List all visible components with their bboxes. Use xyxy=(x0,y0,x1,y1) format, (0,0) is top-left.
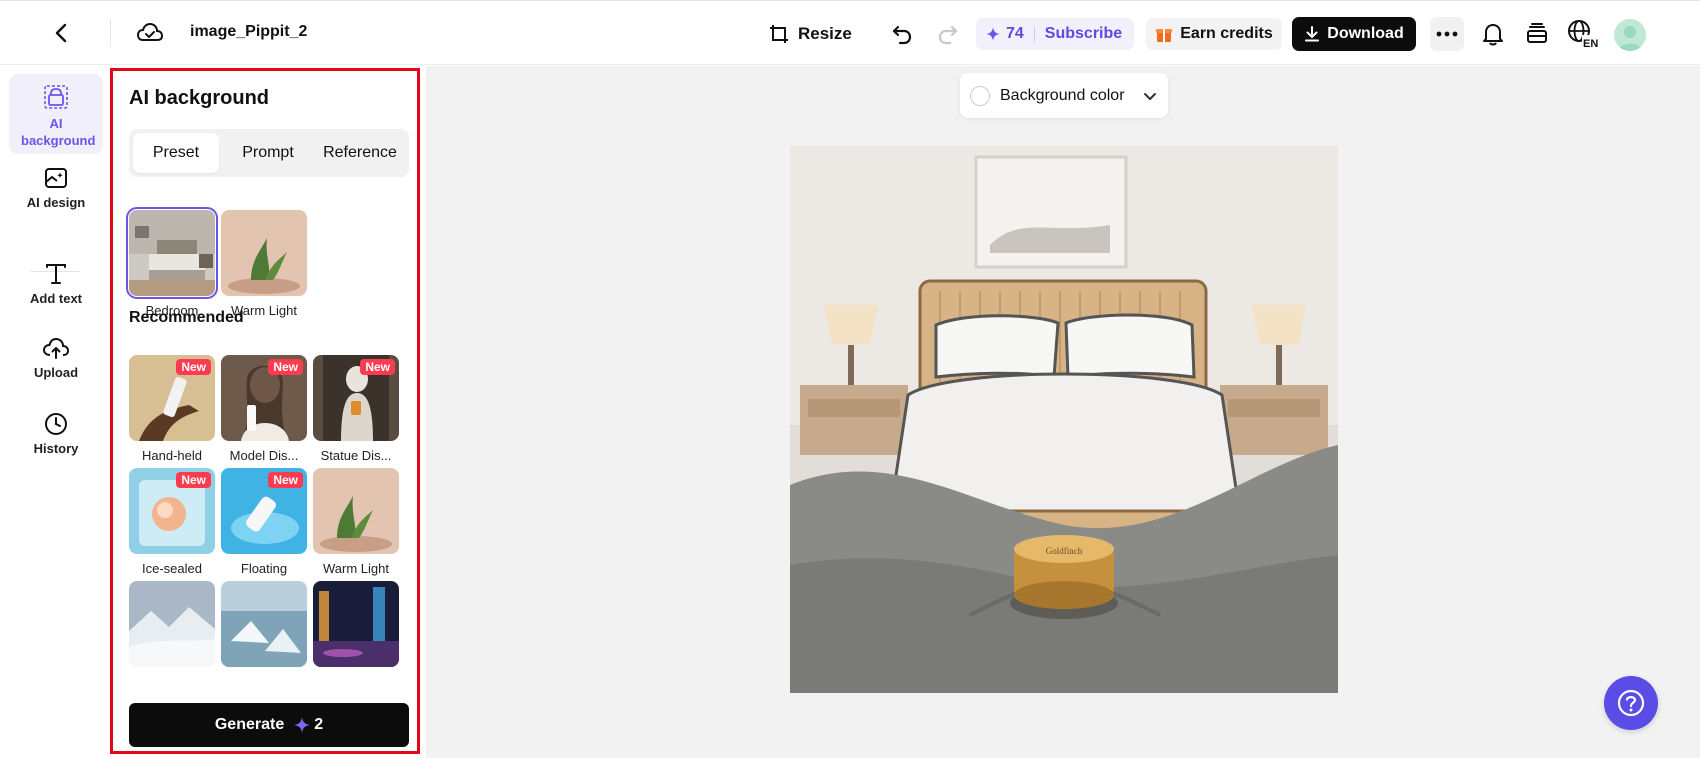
nav-item-ai-design[interactable]: AI design xyxy=(9,166,103,226)
nav-label-history: History xyxy=(33,441,79,456)
nav-label-add-text: Add text xyxy=(30,291,82,306)
tab-reference[interactable]: Reference xyxy=(315,133,405,173)
mode-tabs: Preset Prompt Reference xyxy=(129,129,409,177)
upload-icon xyxy=(42,337,70,359)
subscribe-divider xyxy=(1033,26,1035,42)
gift-icon xyxy=(1156,29,1173,42)
generate-button[interactable]: Generate 2 xyxy=(129,703,409,747)
layers-icon[interactable] xyxy=(1524,21,1550,47)
subscribe-button[interactable]: 74 Subscribe xyxy=(976,18,1134,50)
preset-bedroom[interactable]: Bedroom xyxy=(126,207,218,318)
product-label: Goldfinch xyxy=(1046,546,1083,556)
recommended-hand-held[interactable]: New Hand-held xyxy=(129,355,215,463)
recommended-thumbnail xyxy=(129,581,215,667)
download-label: Download xyxy=(1327,25,1404,42)
nav-label-upload: Upload xyxy=(33,365,79,380)
recommended-ice-sealed[interactable]: New Ice-sealed xyxy=(129,468,215,576)
top-bar: image_Pippit_20 Resize 74 Subscribe Earn… xyxy=(0,0,1700,65)
download-button[interactable]: Download xyxy=(1292,17,1416,51)
ai-background-icon xyxy=(44,85,68,109)
resize-label: Resize xyxy=(798,24,852,43)
tab-preset[interactable]: Preset xyxy=(133,133,219,173)
avatar[interactable] xyxy=(1614,19,1646,51)
recommended-thumbnail: New xyxy=(129,355,215,441)
subscribe-label: Subscribe xyxy=(1044,25,1123,42)
bell-icon[interactable] xyxy=(1480,21,1506,47)
recommended-thumbnail xyxy=(313,581,399,667)
recommended-warm-light[interactable]: Warm Light xyxy=(313,468,399,576)
nav-label-ai-design: AI design xyxy=(26,195,86,210)
resize-button[interactable]: Resize xyxy=(768,19,852,49)
recommended-city-night[interactable] xyxy=(313,581,399,667)
new-badge: New xyxy=(268,359,303,375)
nav-label-ai-background: AI background xyxy=(21,116,96,148)
recommended-label: Ice-sealed xyxy=(142,561,202,576)
recommended-model-display[interactable]: New Model Dis... xyxy=(221,355,307,463)
recommended-label: Floating xyxy=(240,561,288,576)
question-icon xyxy=(1617,689,1645,717)
recommended-thumbnail: New xyxy=(313,355,399,441)
recommended-thumbnail xyxy=(313,468,399,554)
new-badge: New xyxy=(268,472,303,488)
preset-thumbnail xyxy=(221,210,307,296)
background-color-dropdown[interactable]: Background color xyxy=(960,73,1168,118)
nav-item-upload[interactable]: Upload xyxy=(9,336,103,396)
ai-background-panel: AI background Preset Prompt Reference Be… xyxy=(110,68,420,754)
file-name[interactable]: image_Pippit_20 xyxy=(190,23,308,41)
new-badge: New xyxy=(176,472,211,488)
recommended-thumbnail: New xyxy=(129,468,215,554)
credits-count: 74 xyxy=(1006,25,1024,42)
clock-icon xyxy=(45,413,67,435)
generate-cost: 2 xyxy=(314,716,324,733)
text-icon xyxy=(46,264,66,284)
panel-title: AI background xyxy=(129,87,270,109)
preset-thumbnail xyxy=(126,207,218,299)
background-color-label: Background color xyxy=(1000,86,1125,104)
resize-icon xyxy=(770,25,788,43)
more-icon xyxy=(1436,31,1458,37)
redo-icon[interactable] xyxy=(936,22,960,46)
color-swatch xyxy=(970,85,990,106)
recommended-floating[interactable]: New Floating xyxy=(221,468,307,576)
nav-item-add-text[interactable]: Add text xyxy=(9,262,103,322)
sparkle-icon xyxy=(986,27,1000,41)
undo-icon[interactable] xyxy=(890,22,914,46)
download-icon xyxy=(1305,26,1320,42)
toolbar-divider xyxy=(110,19,111,47)
language-code: EN xyxy=(1583,38,1598,49)
back-icon[interactable] xyxy=(50,21,74,45)
cloud-sync-icon[interactable] xyxy=(136,21,164,45)
recommended-thumbnail xyxy=(221,581,307,667)
tab-prompt[interactable]: Prompt xyxy=(225,133,311,173)
recommended-ice-floes[interactable] xyxy=(221,581,307,667)
nav-item-ai-background[interactable]: AI background xyxy=(9,74,103,154)
ai-design-icon xyxy=(45,168,67,188)
recommended-thumbnail: New xyxy=(221,468,307,554)
preset-warm-light[interactable]: Warm Light xyxy=(221,210,307,318)
recommended-label: Warm Light xyxy=(323,561,389,576)
more-options-button[interactable] xyxy=(1430,17,1464,51)
earn-credits-label: Earn credits xyxy=(1180,25,1273,42)
generated-image[interactable]: Goldfinch xyxy=(790,145,1338,693)
recommended-title: Recommended xyxy=(129,309,244,326)
recommended-label: Model Dis... xyxy=(229,448,299,463)
recommended-label: Statue Dis... xyxy=(320,448,392,463)
recommended-statue-display[interactable]: New Statue Dis... xyxy=(313,355,399,463)
nav-item-history[interactable]: History xyxy=(9,412,103,472)
new-badge: New xyxy=(360,359,395,375)
language-icon[interactable]: EN xyxy=(1566,19,1600,50)
recommended-label: Hand-held xyxy=(142,448,202,463)
earn-credits-button[interactable]: Earn credits xyxy=(1146,18,1282,50)
new-badge: New xyxy=(176,359,211,375)
generate-label: Generate xyxy=(214,716,285,733)
sparkle-icon xyxy=(294,717,311,733)
canvas-area: Background color Goldfinch xyxy=(426,66,1700,758)
recommended-snow-mountain[interactable] xyxy=(129,581,215,667)
left-nav: AI background AI design Add text Upload … xyxy=(0,66,110,758)
help-button[interactable] xyxy=(1604,676,1658,730)
recommended-thumbnail: New xyxy=(221,355,307,441)
chevron-down-icon xyxy=(1144,92,1156,100)
